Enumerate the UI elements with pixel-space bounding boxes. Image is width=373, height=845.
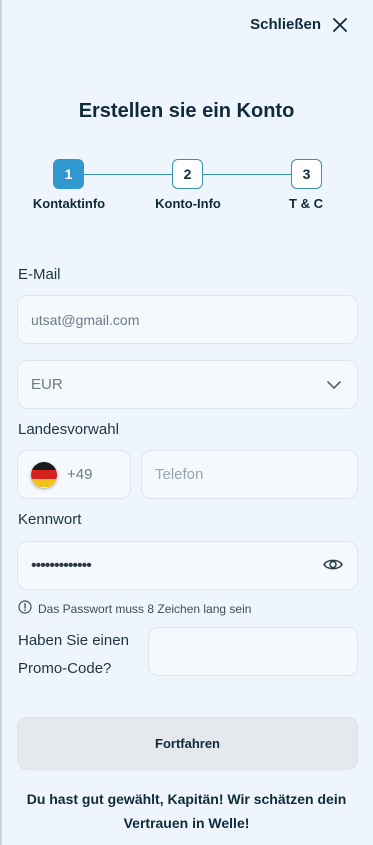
stepper: 1 2 3 Kontaktinfo Konto-Info T & C bbox=[0, 159, 373, 219]
password-field[interactable]: ••••••••••••• bbox=[17, 541, 358, 590]
email-label: E-Mail bbox=[18, 266, 61, 283]
step-1-indicator[interactable]: 1 bbox=[53, 159, 84, 189]
phone-label: Landesvorwahl bbox=[18, 421, 119, 438]
window-edge bbox=[0, 0, 2, 845]
close-icon[interactable] bbox=[333, 17, 347, 32]
password-value: ••••••••••••• bbox=[31, 556, 92, 574]
step-1-label: Kontaktinfo bbox=[32, 196, 106, 211]
close-button[interactable]: Schließen bbox=[250, 16, 347, 33]
continue-button[interactable]: Fortfahren bbox=[17, 717, 358, 770]
page-title: Erstellen sie ein Konto bbox=[78, 100, 295, 122]
step-connector bbox=[84, 174, 172, 175]
phone-input[interactable]: Telefon bbox=[141, 450, 358, 499]
password-hint: Das Passwort muss 8 Zeichen lang sein bbox=[18, 600, 251, 617]
password-label: Kennwort bbox=[18, 511, 82, 528]
country-code-select[interactable]: +49 bbox=[17, 450, 131, 499]
password-hint-text: Das Passwort muss 8 Zeichen lang sein bbox=[38, 601, 252, 616]
eye-icon[interactable] bbox=[323, 557, 343, 574]
step-3-indicator[interactable]: 3 bbox=[291, 159, 322, 189]
step-connector bbox=[203, 174, 291, 175]
step-2-indicator[interactable]: 2 bbox=[172, 159, 203, 189]
info-icon bbox=[18, 600, 32, 617]
currency-select[interactable]: EUR bbox=[17, 360, 358, 409]
phone-placeholder: Telefon bbox=[155, 466, 204, 483]
promo-code-input[interactable] bbox=[148, 627, 358, 676]
promo-label: Haben Sie einen Promo-Code? bbox=[18, 632, 129, 677]
country-code-value: +49 bbox=[67, 466, 93, 483]
email-value: utsat@gmail.com bbox=[31, 311, 140, 328]
chevron-down-icon bbox=[327, 377, 341, 393]
currency-value: EUR bbox=[31, 376, 63, 393]
email-field[interactable]: utsat@gmail.com bbox=[17, 295, 358, 344]
germany-flag-icon bbox=[31, 461, 57, 488]
footer-message: Du hast gut gewählt, Kapitän! Wir schätz… bbox=[26, 791, 347, 831]
step-2-label: Konto-Info bbox=[155, 196, 221, 211]
close-label: Schließen bbox=[250, 16, 321, 33]
step-3-label: T & C bbox=[289, 196, 323, 211]
